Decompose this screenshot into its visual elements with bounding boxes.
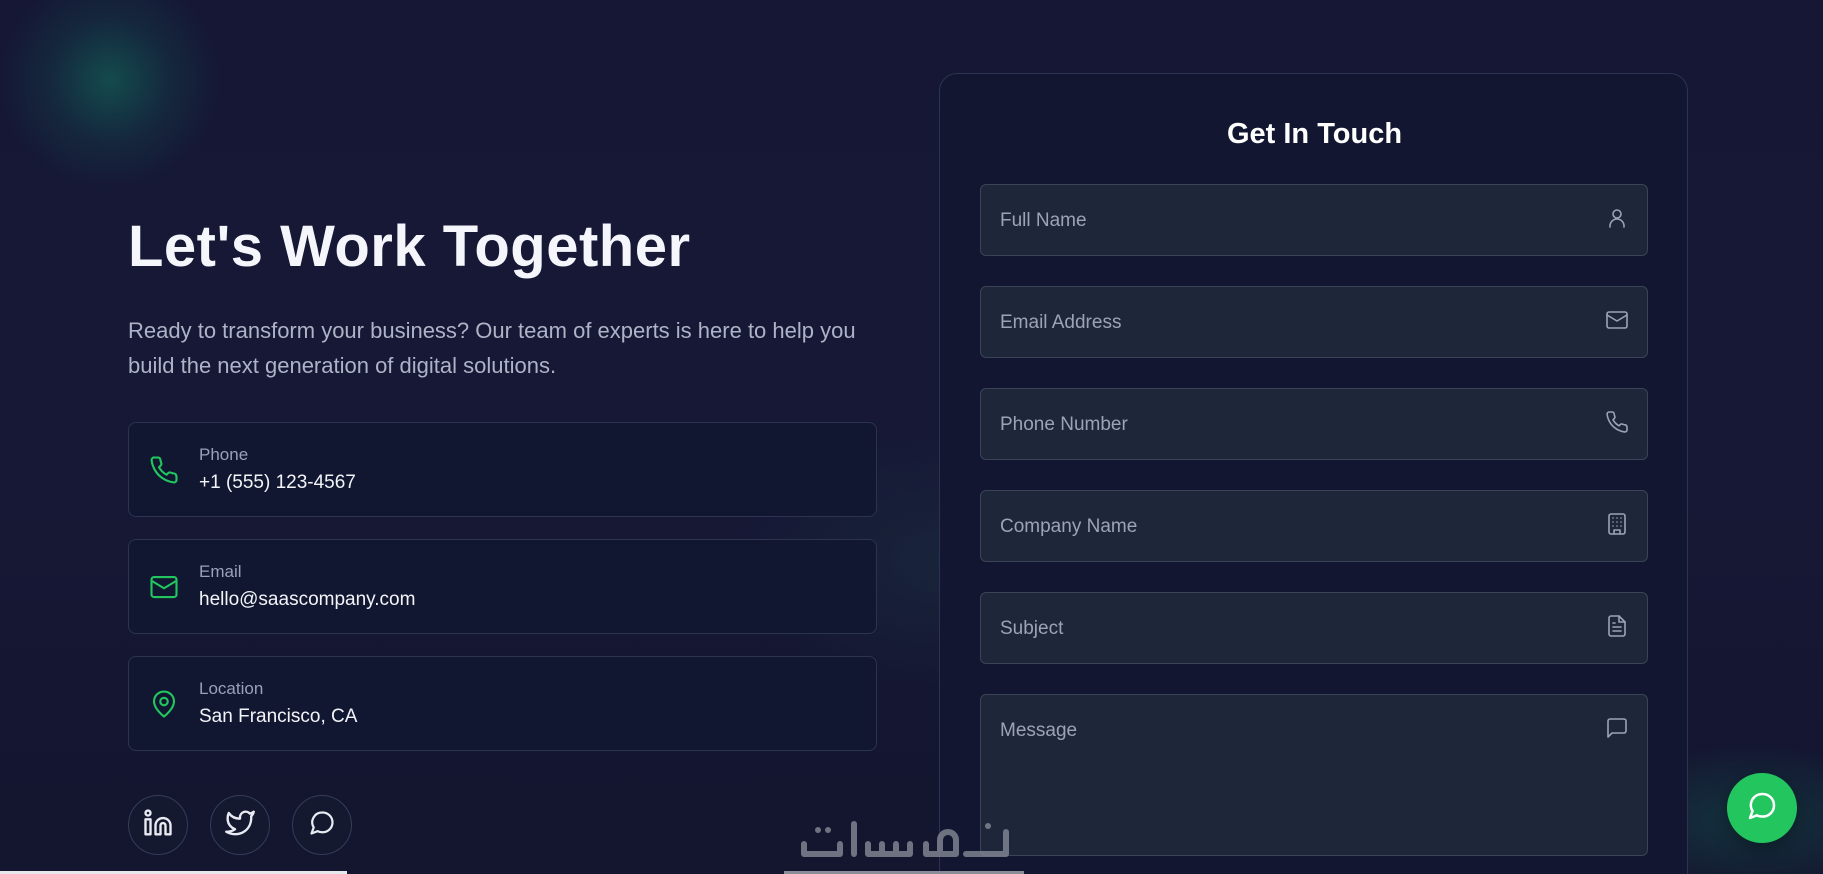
khamsat-watermark-logo <box>796 806 1026 868</box>
full-name-input[interactable]: Full Name <box>980 184 1648 256</box>
chat-bubble-icon <box>1746 790 1778 827</box>
building-icon <box>1605 512 1629 536</box>
subject-input[interactable]: Subject <box>980 592 1648 664</box>
contact-card-location: Location San Francisco, CA <box>128 656 877 751</box>
contact-card-label: Phone <box>199 445 249 464</box>
contact-card-label: Email <box>199 562 242 581</box>
map-pin-icon <box>149 689 179 719</box>
contact-card-phone: Phone +1 (555) 123-4567 <box>128 422 877 517</box>
input-placeholder: Phone Number <box>1000 414 1128 435</box>
contact-card-value: +1 (555) 123-4567 <box>199 472 356 493</box>
input-placeholder: Full Name <box>1000 210 1087 231</box>
input-placeholder: Message <box>1000 720 1078 741</box>
floating-chat-button[interactable] <box>1727 773 1797 843</box>
mail-icon <box>149 572 179 602</box>
company-input[interactable]: Company Name <box>980 490 1648 562</box>
phone-icon <box>149 455 179 485</box>
mail-icon <box>1605 308 1629 332</box>
input-placeholder: Email Address <box>1000 312 1122 333</box>
page-title: Let's Work Together <box>128 218 691 279</box>
contact-card-value: San Francisco, CA <box>199 706 358 727</box>
input-placeholder: Company Name <box>1000 516 1138 537</box>
document-icon <box>1605 614 1629 638</box>
linkedin-button[interactable] <box>128 795 188 855</box>
user-icon <box>1605 206 1629 230</box>
email-input[interactable]: Email Address <box>980 286 1648 358</box>
input-placeholder: Subject <box>1000 618 1064 639</box>
page-subtitle: Ready to transform your business? Our te… <box>128 318 856 378</box>
form-title: Get In Touch <box>1226 118 1403 150</box>
chat-bubble-icon <box>308 809 336 842</box>
contact-card-email: Email hello@saascompany.com <box>128 539 877 634</box>
contact-form-card: Get In Touch Full Name Email Address Pho… <box>939 73 1688 874</box>
chat-button[interactable] <box>292 795 352 855</box>
phone-icon <box>1605 410 1629 434</box>
twitter-icon <box>225 808 255 843</box>
phone-input[interactable]: Phone Number <box>980 388 1648 460</box>
twitter-button[interactable] <box>210 795 270 855</box>
contact-page: Let's Work Together Ready to transform y… <box>0 0 1823 874</box>
message-textarea[interactable]: Message <box>980 694 1648 856</box>
message-square-icon <box>1605 716 1629 740</box>
contact-card-label: Location <box>199 679 264 698</box>
linkedin-icon <box>143 808 173 843</box>
contact-card-value: hello@saascompany.com <box>199 589 416 610</box>
